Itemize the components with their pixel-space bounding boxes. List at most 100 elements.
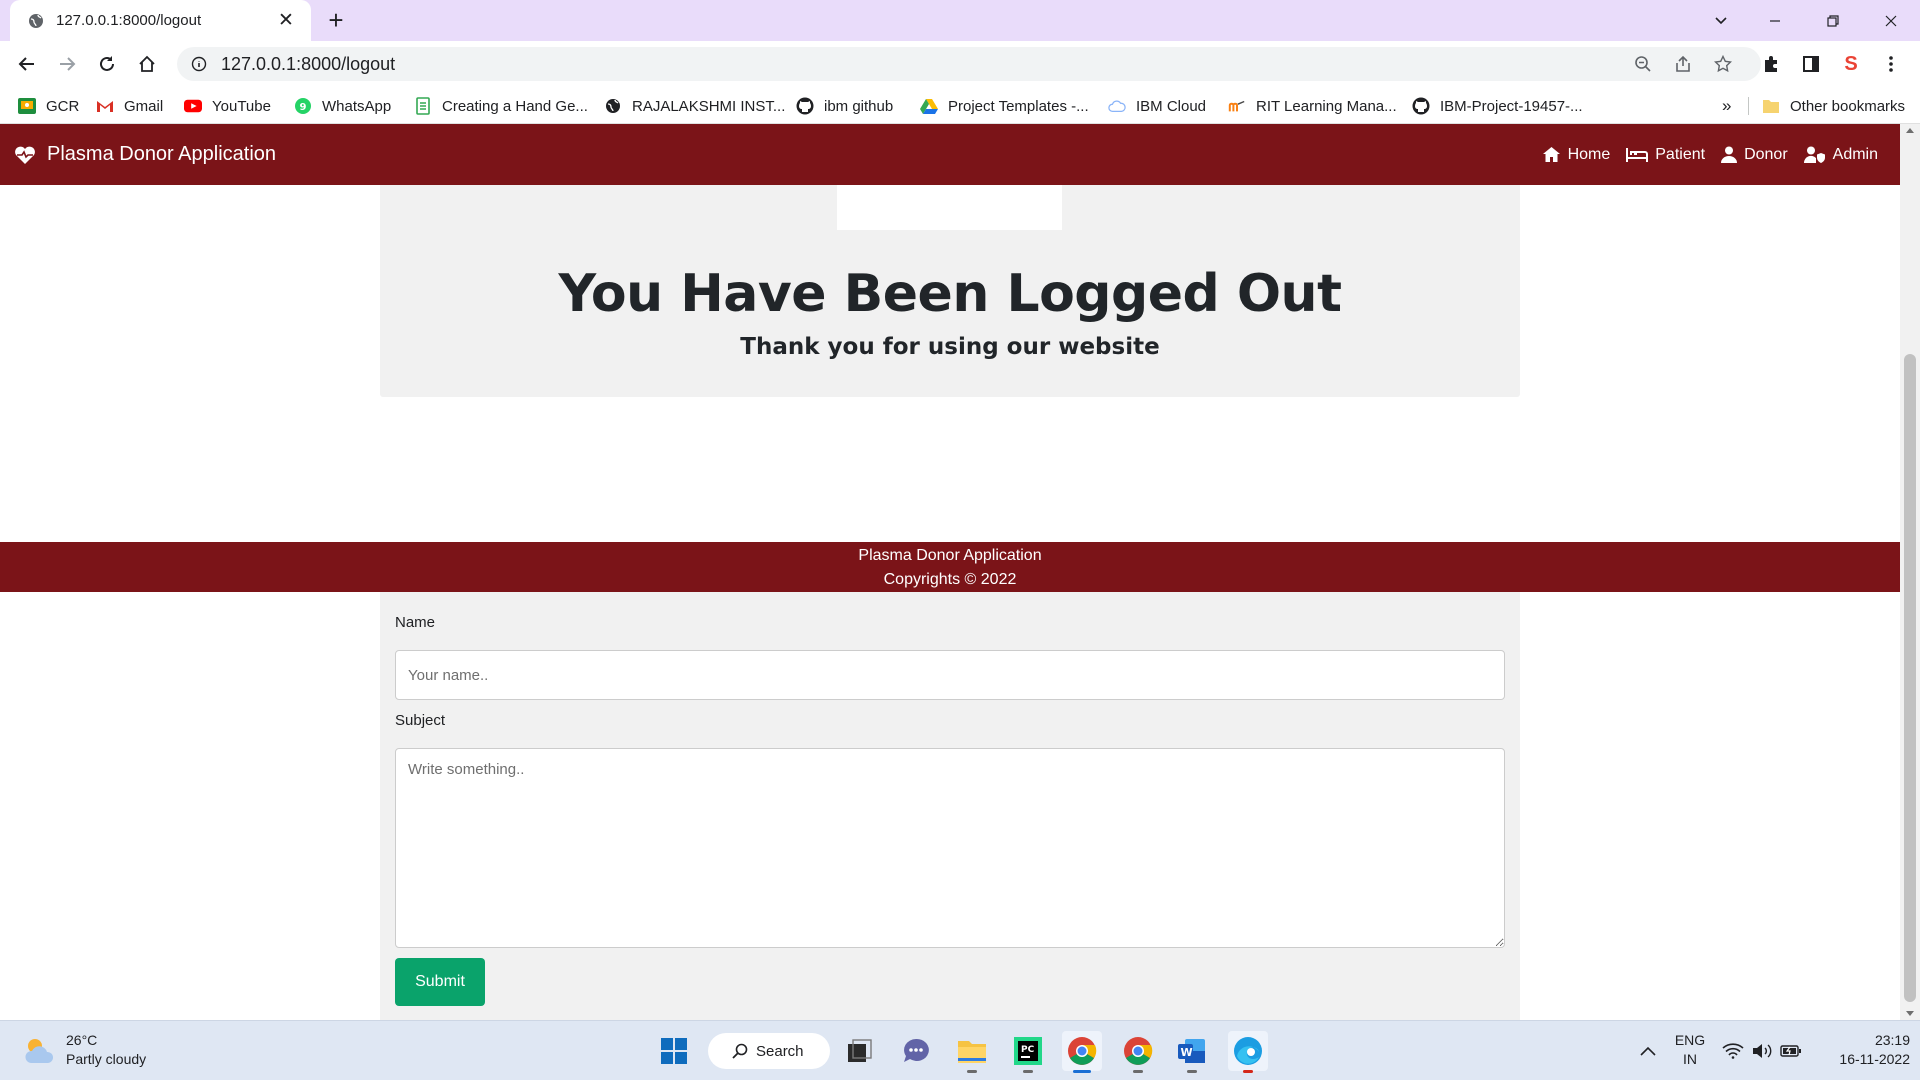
side-panel-icon[interactable] — [1796, 49, 1826, 79]
nav-label: Patient — [1655, 145, 1706, 163]
user-shield-icon — [1803, 146, 1825, 163]
bookmark-label: RAJALAKSHMI INST... — [632, 97, 786, 115]
more-bookmarks-button[interactable]: » — [1722, 95, 1731, 117]
nav-home[interactable]: Home — [1542, 145, 1611, 164]
globe-icon — [26, 11, 46, 31]
bookmark-whatsapp[interactable]: 9 WhatsApp — [294, 95, 391, 117]
bookmark-star-icon[interactable] — [1708, 49, 1738, 79]
bookmark-ibm-github[interactable]: ibm github — [796, 95, 893, 117]
site-footer: Plasma Donor Application Copyrights © 20… — [0, 542, 1900, 592]
navbar-brand[interactable]: Plasma Donor Application — [14, 124, 276, 185]
bookmark-ibm-cloud[interactable]: IBM Cloud — [1108, 95, 1206, 117]
site-navbar: Plasma Donor Application Home Patient Do… — [0, 124, 1900, 185]
windows-taskbar: 26°C Partly cloudy Search PC W ENG IN 23… — [0, 1020, 1920, 1080]
bookmark-gmail[interactable]: Gmail — [96, 95, 163, 117]
tab-title: 127.0.0.1:8000/logout — [56, 12, 202, 29]
task-view-button[interactable] — [840, 1031, 880, 1071]
wifi-icon — [1722, 1043, 1744, 1059]
browser-toolbar: 127.0.0.1:8000/logout S — [0, 41, 1920, 87]
clock[interactable]: 23:19 16-11-2022 — [1818, 1031, 1910, 1069]
home-icon[interactable] — [132, 49, 162, 79]
chat-app[interactable] — [896, 1031, 936, 1071]
bookmark-label: IBM Cloud — [1136, 97, 1207, 115]
system-tray-icons[interactable] — [1716, 1031, 1808, 1071]
bookmark-youtube[interactable]: YouTube — [184, 95, 271, 117]
bookmark-rajalakshmi[interactable]: RAJALAKSHMI INST... — [604, 95, 785, 117]
weather-widget[interactable]: 26°C Partly cloudy — [22, 1031, 146, 1069]
name-input[interactable] — [395, 650, 1505, 700]
minimize-button[interactable] — [1752, 0, 1798, 41]
back-arrow-icon[interactable] — [12, 49, 42, 79]
new-tab-button[interactable]: + — [322, 7, 350, 35]
nav-label: Home — [1567, 145, 1611, 163]
name-label: Name — [395, 614, 436, 631]
reload-icon[interactable] — [92, 49, 122, 79]
bookmark-ibm-project[interactable]: IBM-Project-19457-... — [1412, 95, 1583, 117]
battery-charging-icon — [1780, 1045, 1801, 1057]
address-bar[interactable]: 127.0.0.1:8000/logout — [177, 47, 1761, 81]
scroll-down-arrow-icon[interactable] — [1906, 1011, 1914, 1016]
active-indicator — [1073, 1070, 1091, 1073]
weather-temp: 26°C — [66, 1032, 98, 1048]
subject-textarea[interactable] — [395, 748, 1505, 948]
page-subtitle: Thank you for using our website — [740, 334, 1160, 360]
tab-search-chevron-icon[interactable] — [1698, 0, 1744, 41]
start-button[interactable] — [654, 1031, 694, 1071]
nav-donor[interactable]: Donor — [1721, 146, 1788, 164]
bookmark-creating-hand[interactable]: Creating a Hand Ge... — [414, 95, 588, 117]
task-view-icon — [848, 1039, 872, 1062]
contact-form: Name Subject Submit — [380, 592, 1520, 1020]
profile-avatar[interactable]: S — [1836, 49, 1866, 79]
page-title: You Have Been Logged Out — [558, 264, 1342, 324]
github-icon — [1412, 97, 1430, 115]
pycharm-app[interactable]: PC — [1008, 1031, 1048, 1073]
clock-date: 16-11-2022 — [1839, 1051, 1910, 1067]
bookmarks-bar: GCR Gmail YouTube 9 WhatsApp Creating a … — [0, 87, 1920, 124]
share-icon[interactable] — [1668, 49, 1698, 79]
chrome-icon — [1124, 1037, 1153, 1065]
home-icon — [1542, 147, 1560, 162]
close-window-button[interactable] — [1868, 0, 1914, 41]
other-bookmarks-label: Other bookmarks — [1790, 97, 1906, 115]
close-tab-icon[interactable]: ✕ — [275, 9, 297, 32]
submit-button[interactable]: Submit — [395, 958, 485, 1006]
nav-admin[interactable]: Admin — [1803, 146, 1878, 164]
user-icon — [1721, 146, 1738, 163]
edge-app[interactable] — [1228, 1031, 1268, 1073]
chrome-app-second[interactable] — [1118, 1031, 1158, 1073]
youtube-icon — [184, 97, 202, 115]
scrollbar-thumb[interactable] — [1904, 354, 1916, 1002]
show-hidden-icons-button[interactable] — [1628, 1031, 1668, 1071]
bookmark-gcr[interactable]: GCR — [18, 95, 79, 117]
site-info-icon[interactable] — [189, 54, 209, 74]
bookmark-rit-learning[interactable]: RIT Learning Mana... — [1228, 95, 1397, 117]
clock-time: 23:19 — [1874, 1032, 1910, 1048]
search-label: Search — [756, 1042, 804, 1060]
running-indicator — [1243, 1070, 1253, 1073]
chrome-app-active[interactable] — [1062, 1031, 1102, 1073]
forward-arrow-icon[interactable] — [52, 49, 82, 79]
nav-patient[interactable]: Patient — [1626, 146, 1705, 164]
zoom-icon[interactable] — [1628, 49, 1658, 79]
search-icon — [732, 1043, 748, 1059]
extensions-puzzle-icon[interactable] — [1756, 49, 1786, 79]
file-explorer-app[interactable] — [952, 1031, 992, 1073]
word-app[interactable]: W — [1172, 1031, 1212, 1073]
running-indicator — [1133, 1070, 1143, 1073]
globe-icon — [604, 97, 622, 115]
page-scrollbar[interactable] — [1900, 124, 1920, 1020]
folder-icon — [958, 1041, 986, 1063]
bookmark-label: WhatsApp — [322, 97, 392, 115]
browser-tab[interactable]: 127.0.0.1:8000/logout ✕ — [10, 0, 311, 41]
bookmark-project-templates[interactable]: Project Templates -... — [920, 95, 1089, 117]
google-classroom-icon — [18, 97, 36, 115]
other-bookmarks-folder[interactable]: Other bookmarks — [1762, 95, 1905, 117]
scroll-up-arrow-icon[interactable] — [1906, 128, 1914, 133]
restore-button[interactable] — [1810, 0, 1856, 41]
windows-logo-icon — [661, 1038, 687, 1064]
taskbar-search[interactable]: Search — [708, 1033, 830, 1069]
menu-kebab-icon[interactable] — [1876, 49, 1906, 79]
page-viewport: Plasma Donor Application Home Patient Do… — [0, 124, 1900, 1020]
language-indicator[interactable]: ENG IN — [1670, 1031, 1710, 1069]
subject-label: Subject — [395, 712, 446, 729]
